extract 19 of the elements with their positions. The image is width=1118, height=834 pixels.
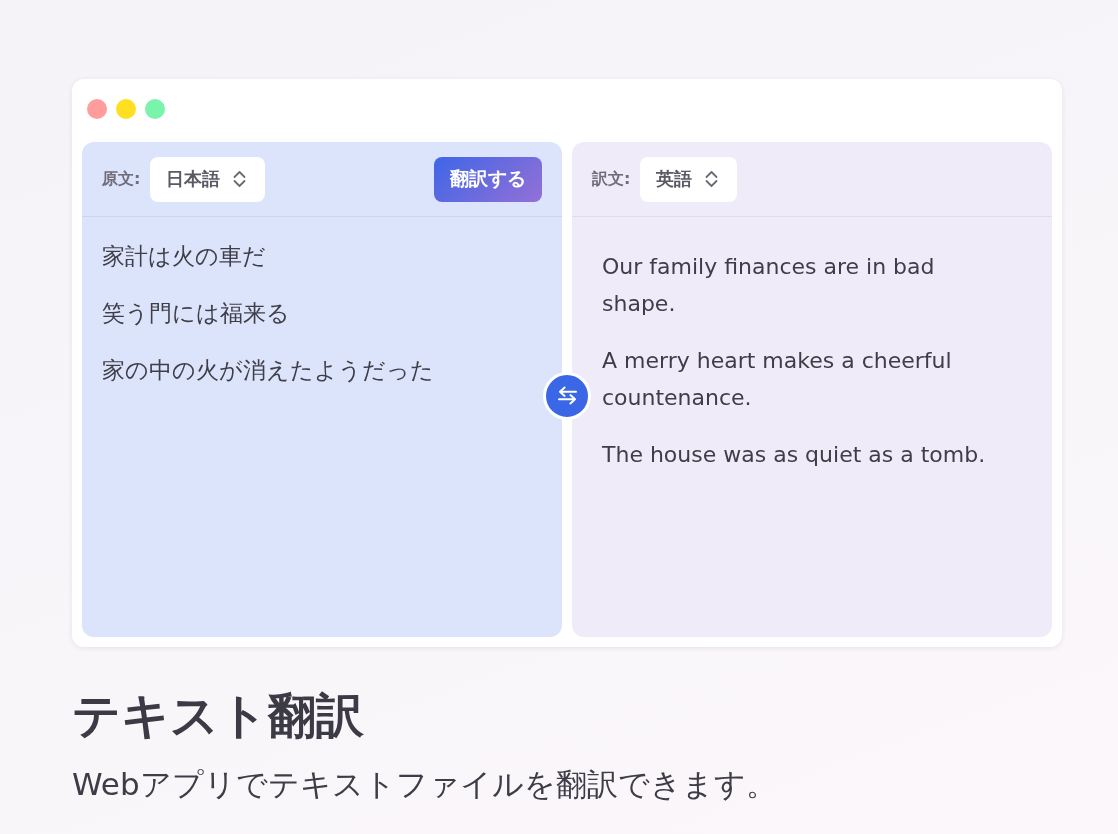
page-description: Webアプリでテキストファイルを翻訳できます。 [72,765,778,804]
chevron-up-down-icon [233,170,247,188]
translated-text: The house was as quiet as a tomb. [602,441,987,469]
window-control[interactable] [145,99,165,119]
source-text: 家の中の火が消えたようだった [102,356,435,385]
translated-text: Our family finances are in bad shape. [602,253,936,318]
translated-text: A merry heart makes a cheerful countenance. [602,347,953,412]
language-select[interactable]: 英語 [640,156,738,202]
window-control[interactable] [87,99,107,119]
swap-arrows-icon [556,386,578,405]
language-label: 訳文: [592,168,631,190]
language-select[interactable]: 日本語 [150,156,266,202]
translate-button[interactable]: 翻訳する [434,156,542,202]
page-heading: テキスト翻訳 [72,686,365,745]
window-control[interactable] [116,99,136,119]
language-label: 原文: [102,168,141,190]
source-text: 笑う門には福来る [102,299,291,328]
chevron-up-down-icon [705,170,719,188]
source-text: 家計は火の車だ [102,242,267,271]
